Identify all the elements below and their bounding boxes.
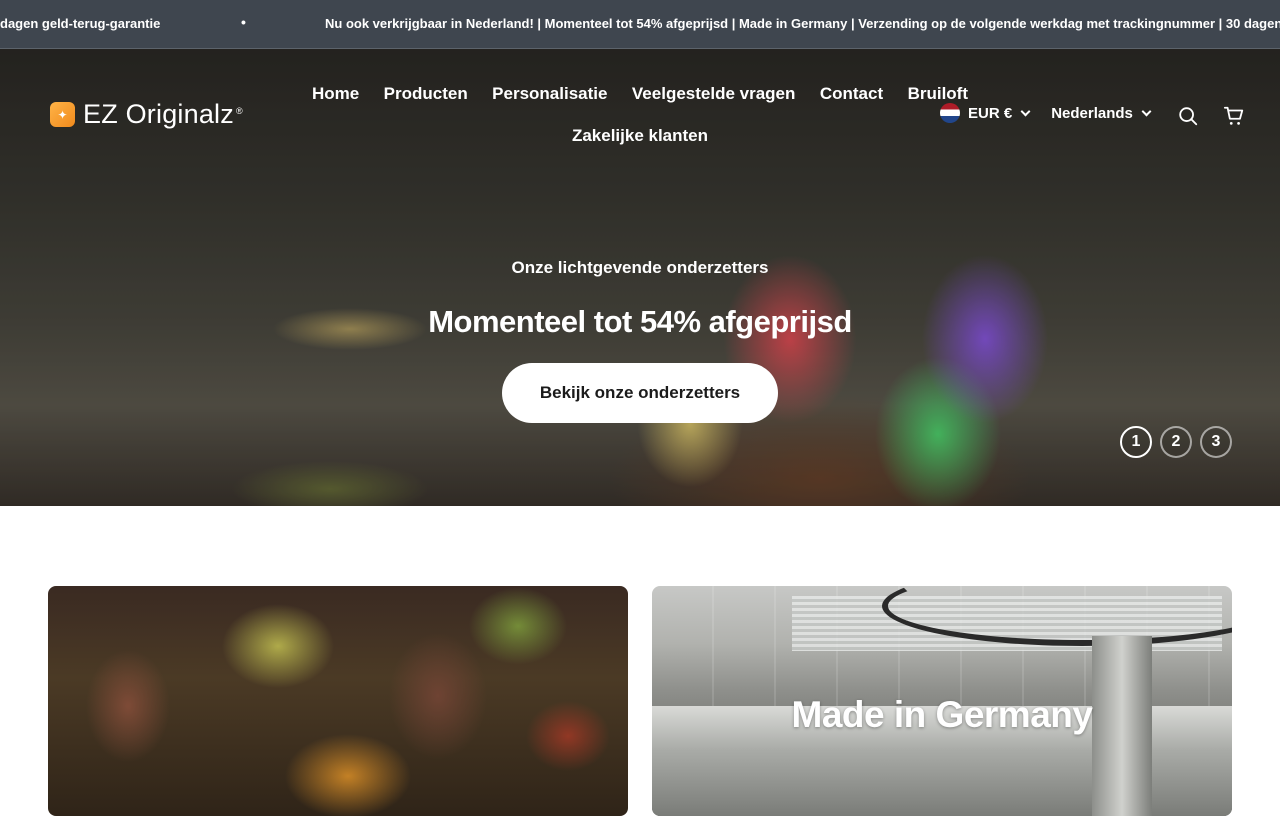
nav-item-home[interactable]: Home xyxy=(312,82,359,106)
announcement-bar: dagen geld-terug-garantie • Nu ook verkr… xyxy=(0,0,1280,49)
nav-item-zakelijke-klanten[interactable]: Zakelijke klanten xyxy=(572,124,708,148)
slide-dot-2[interactable]: 2 xyxy=(1160,426,1192,458)
hero-content: Onze lichtgevende onderzetters Momenteel… xyxy=(340,258,940,423)
language-selector[interactable]: Nederlands xyxy=(1051,104,1152,122)
nav-item-contact[interactable]: Contact xyxy=(820,82,883,106)
currency-label: EUR € xyxy=(968,104,1013,122)
currency-selector[interactable]: EUR € xyxy=(940,103,1031,123)
announcement-message: dagen geld-terug-garantie xyxy=(0,16,161,31)
logo-text: EZ Originalz xyxy=(83,99,234,129)
logo[interactable]: ✦ EZ Originalz ® xyxy=(50,99,243,130)
announcement-message: Nu ook verkrijgbaar in Nederland! | Mome… xyxy=(325,16,1280,31)
hero-slideshow: ✦ EZ Originalz ® Home Producten Personal… xyxy=(0,49,1280,506)
hero-heading: Momenteel tot 54% afgeprijsd xyxy=(428,304,852,339)
feature-card-made-in-germany[interactable]: Made in Germany xyxy=(652,586,1232,816)
card-title: Made in Germany xyxy=(791,694,1093,735)
view-coasters-button[interactable]: Bekijk onze onderzetters xyxy=(502,363,778,423)
flag-netherlands-icon xyxy=(940,103,960,123)
slide-dot-1[interactable]: 1 xyxy=(1120,426,1152,458)
nav-item-producten[interactable]: Producten xyxy=(384,82,468,106)
logo-icon: ✦ xyxy=(50,102,75,127)
nav-item-personalisatie[interactable]: Personalisatie xyxy=(492,82,607,106)
search-icon[interactable] xyxy=(1177,105,1199,127)
main-nav: Home Producten Personalisatie Veelgestel… xyxy=(290,82,990,148)
announcement-separator: • xyxy=(241,14,246,30)
header-utilities: EUR € Nederlands xyxy=(940,103,1152,123)
chevron-down-icon xyxy=(1020,106,1031,116)
language-label: Nederlands xyxy=(1051,104,1133,122)
registered-mark: ® xyxy=(235,105,243,116)
cart-icon[interactable] xyxy=(1223,105,1245,127)
chevron-down-icon xyxy=(1141,106,1152,116)
hero-subheading: Onze lichtgevende onderzetters xyxy=(511,258,769,277)
slide-pagination: 1 2 3 xyxy=(1120,426,1240,458)
slide-dot-3[interactable]: 3 xyxy=(1200,426,1232,458)
feature-card-lifestyle[interactable] xyxy=(48,586,628,816)
nav-item-faq[interactable]: Veelgestelde vragen xyxy=(632,82,795,106)
